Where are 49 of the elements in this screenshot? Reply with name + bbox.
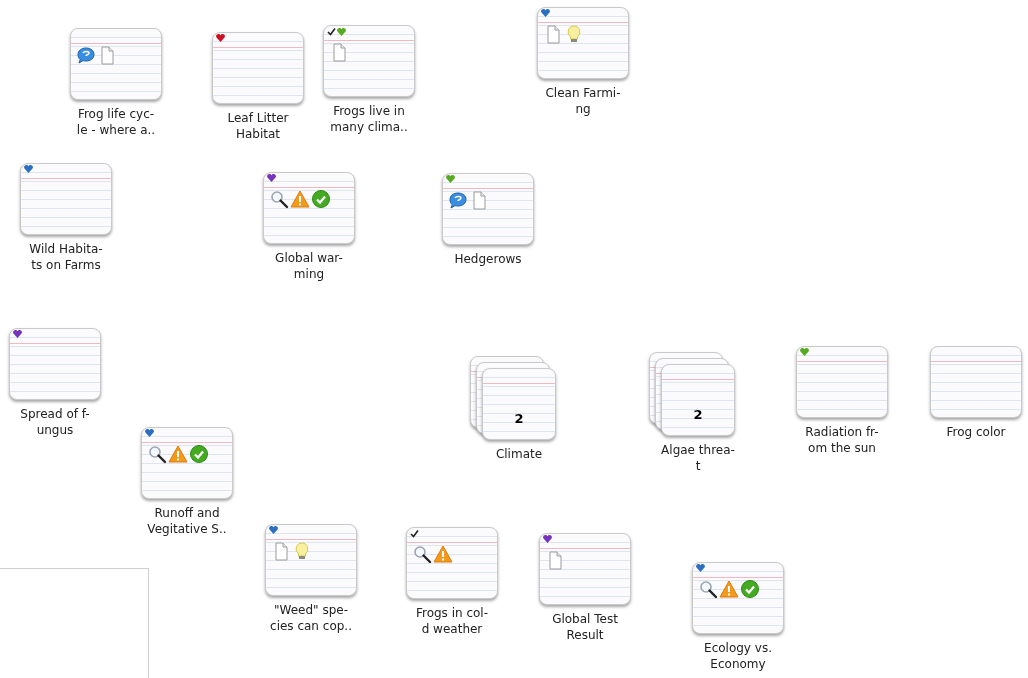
note-card[interactable] <box>406 527 498 599</box>
note-card[interactable] <box>537 7 629 79</box>
card-label: Radiation fr- om the sun <box>805 424 879 456</box>
comment-icon <box>448 190 468 210</box>
card-label: Spread of f- ungus <box>20 406 90 438</box>
note-card[interactable] <box>9 328 101 400</box>
warning-icon <box>168 444 188 464</box>
check-circle-icon <box>189 444 209 464</box>
search-icon <box>147 444 167 464</box>
search-icon <box>269 189 289 209</box>
warning-icon <box>433 544 453 564</box>
card-label: Climate <box>495 446 543 462</box>
card-label: Global Test Result <box>552 611 618 643</box>
note-card[interactable] <box>692 562 784 634</box>
card-label: Runoff and Vegitative S.. <box>147 505 227 537</box>
count: 2 <box>692 406 704 424</box>
note-card[interactable] <box>263 172 355 244</box>
card-label: "Weed" spe- cies can cop.. <box>270 602 352 634</box>
card-label: Algae threa- t <box>661 442 735 474</box>
card-label: Frogs in col- d weather <box>415 605 489 637</box>
card-label: Leaf Litter Habitat <box>227 110 289 142</box>
note-card[interactable] <box>265 524 357 596</box>
card-label: Hedgerows <box>454 251 522 267</box>
note-card[interactable] <box>930 346 1022 418</box>
card-label: Global war- ming <box>275 250 343 282</box>
card-label: Wild Habita- ts on Farms <box>29 241 103 273</box>
note-card[interactable] <box>796 346 888 418</box>
note-card[interactable] <box>70 28 162 100</box>
card-label: Ecology vs. Economy <box>704 640 772 672</box>
note-card[interactable] <box>539 533 631 605</box>
check-circle-icon <box>311 189 331 209</box>
count: 2 <box>513 410 525 428</box>
card-label: Frog color <box>946 424 1006 440</box>
lightbulb-icon <box>564 24 584 44</box>
note-card[interactable] <box>20 163 112 235</box>
search-icon <box>412 544 432 564</box>
check-circle-icon <box>740 579 760 599</box>
card-label: Clean Farmi- ng <box>545 85 621 117</box>
note-card[interactable] <box>442 173 534 245</box>
comment-icon <box>76 45 96 65</box>
note-card[interactable] <box>212 32 304 104</box>
warning-icon <box>290 189 310 209</box>
note-card[interactable] <box>323 25 415 97</box>
lightbulb-icon <box>292 541 312 561</box>
card-label: Frogs live in many clima.. <box>330 103 408 135</box>
search-icon <box>698 579 718 599</box>
note-card[interactable] <box>141 427 233 499</box>
warning-icon <box>719 579 739 599</box>
card-label: Frog life cyc- le - where a.. <box>76 106 156 138</box>
